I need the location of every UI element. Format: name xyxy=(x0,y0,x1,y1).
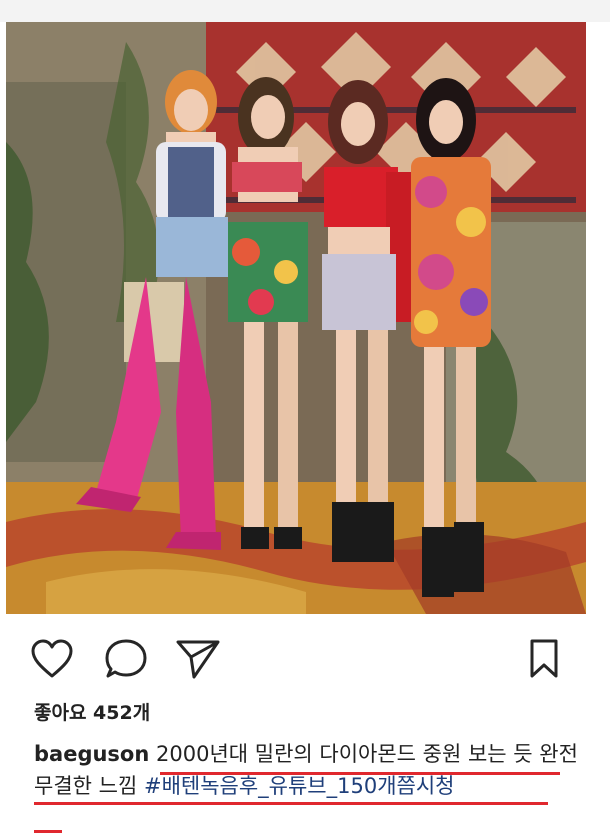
post-card: 좋아요 452개 baeguson 2000년대 밀란의 다이아몬드 중원 보는… xyxy=(0,0,610,835)
paper-plane-icon[interactable] xyxy=(174,638,222,680)
underline-mark xyxy=(34,802,548,805)
heart-icon[interactable] xyxy=(28,638,76,680)
comment-bubble-icon[interactable] xyxy=(102,638,150,680)
hashtag-link[interactable]: #배텐녹음후_유튜브_150개쯤시청 xyxy=(144,774,455,798)
action-bar xyxy=(0,628,610,688)
username-link[interactable]: baeguson xyxy=(34,742,149,766)
underline-mark xyxy=(160,772,560,775)
underline-mark xyxy=(34,830,62,833)
top-margin xyxy=(0,0,610,22)
post-caption: baeguson 2000년대 밀란의 다이아몬드 중원 보는 듯 완전무결한 … xyxy=(34,738,584,802)
bookmark-icon[interactable] xyxy=(520,638,568,680)
likes-count[interactable]: 좋아요 452개 xyxy=(34,698,150,725)
post-photo[interactable] xyxy=(6,22,586,614)
